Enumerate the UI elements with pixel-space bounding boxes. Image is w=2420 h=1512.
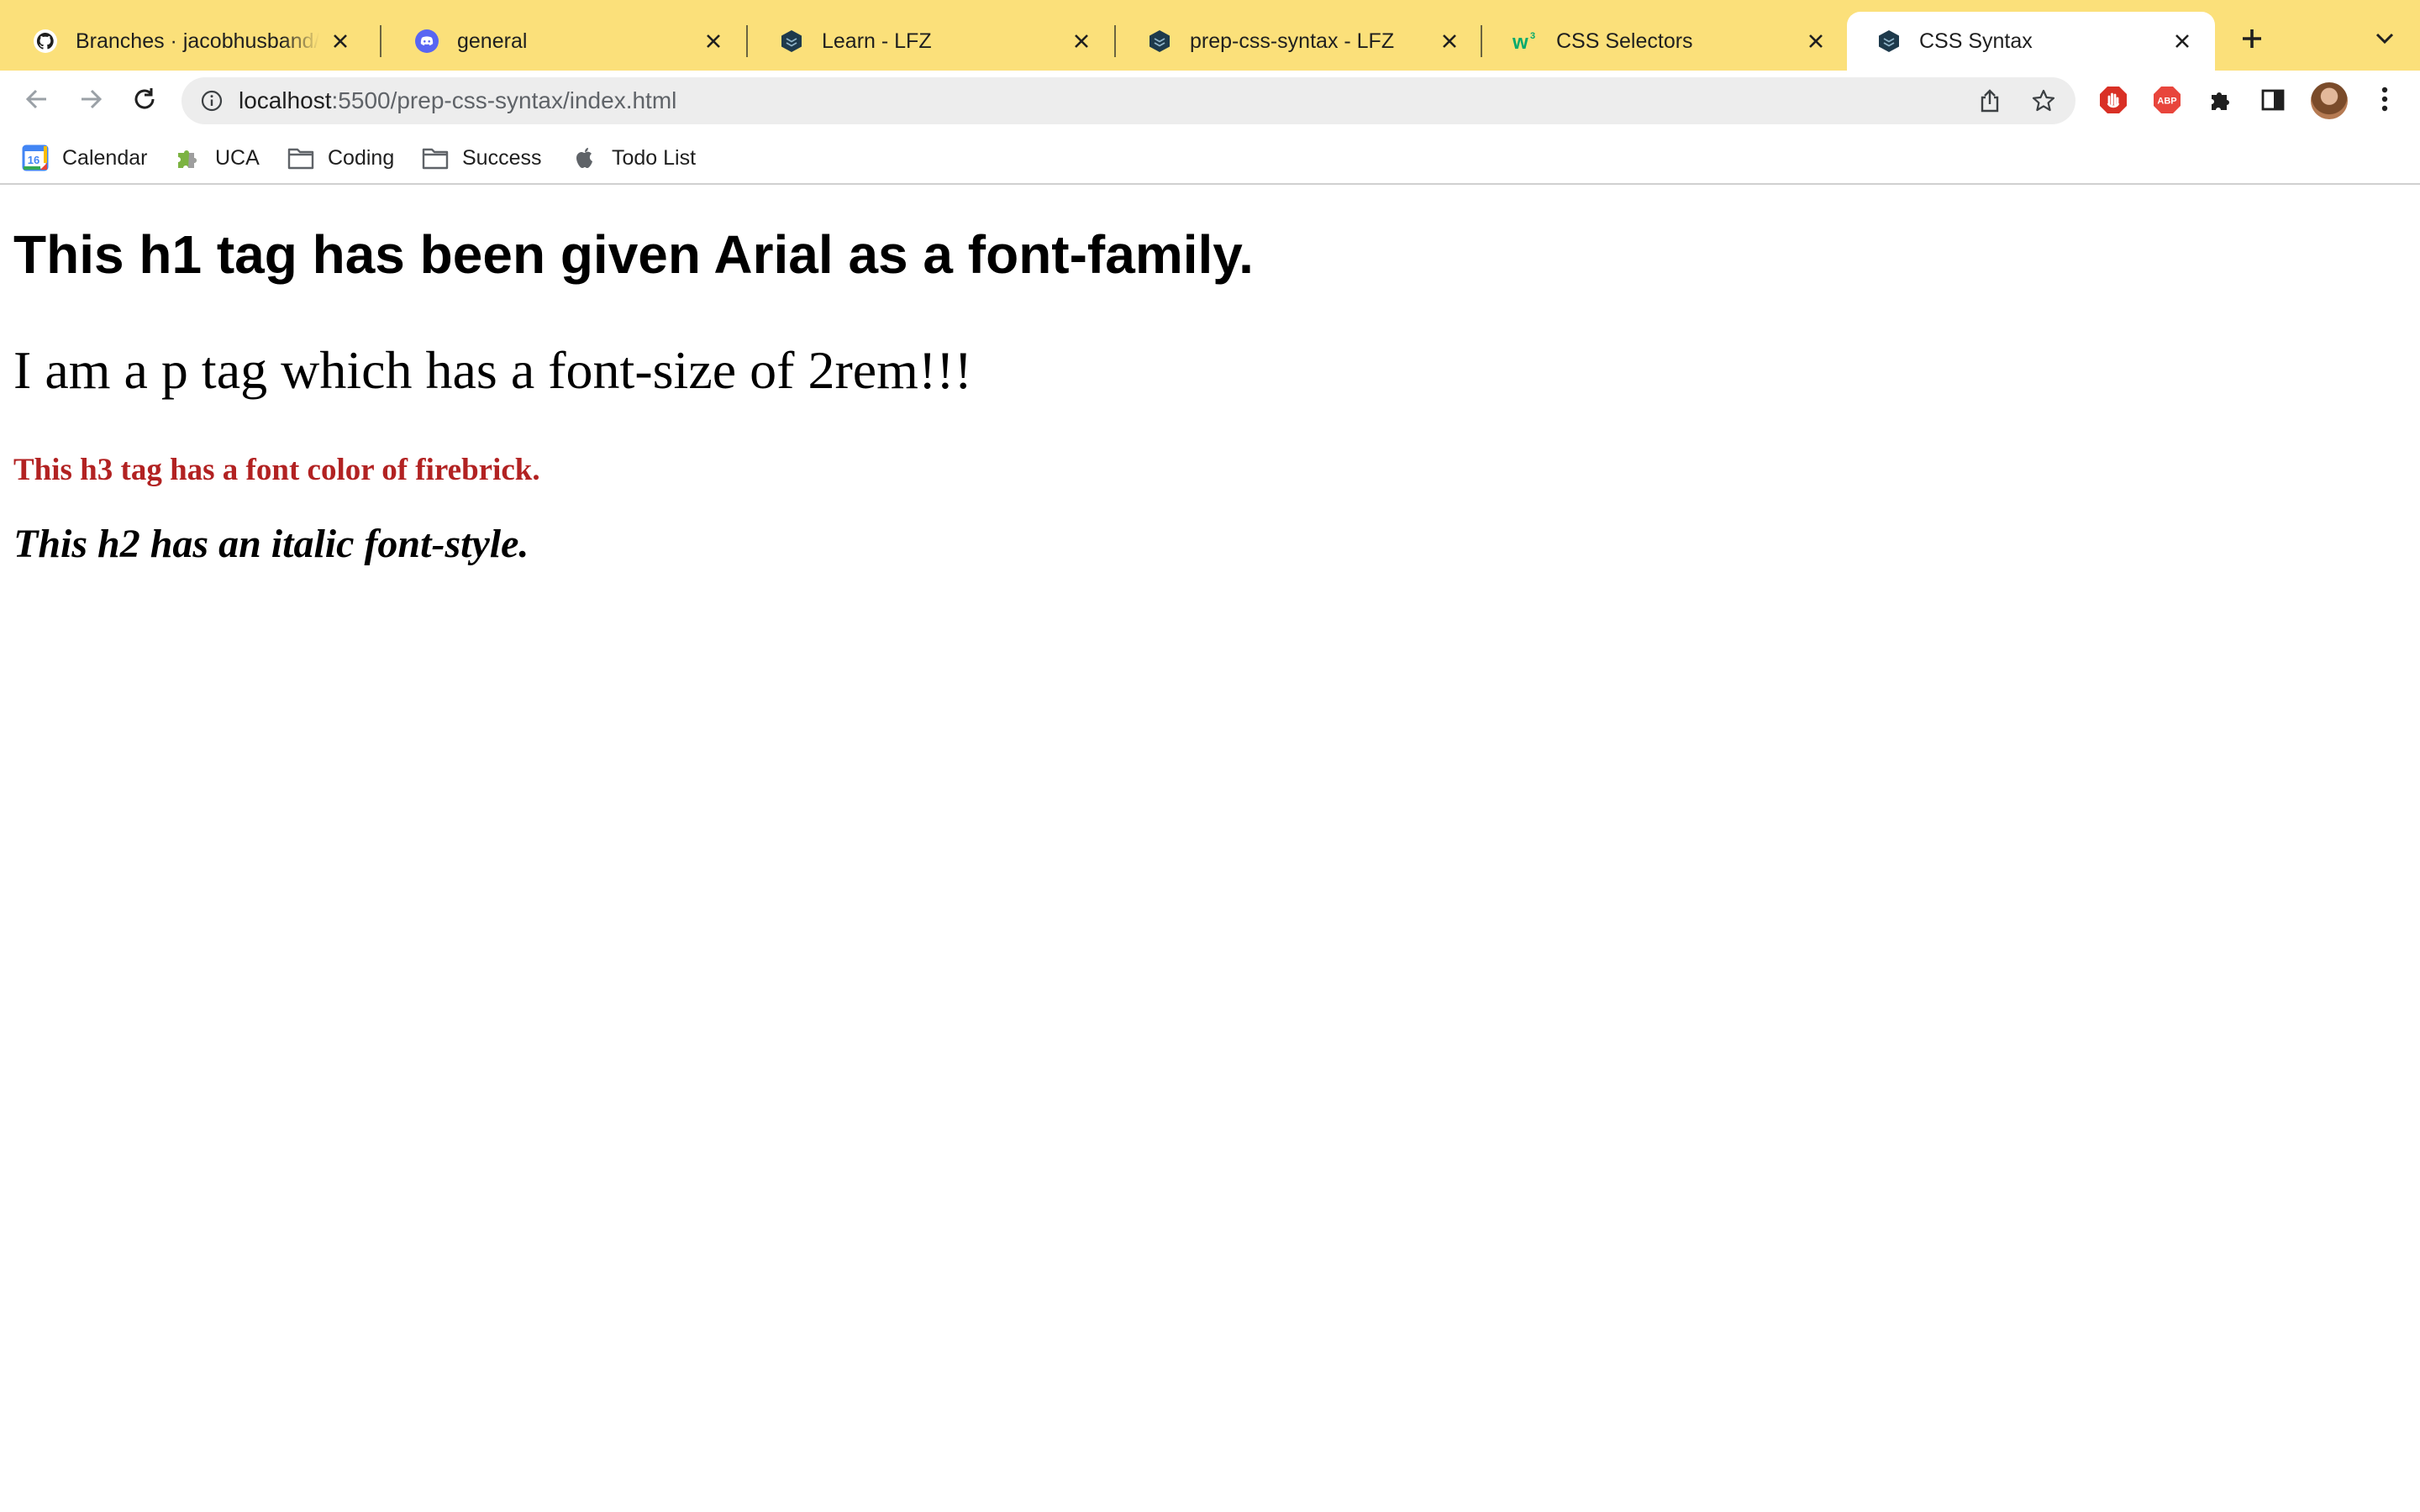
reload-button[interactable]	[126, 82, 163, 119]
puzzle-piece-icon	[2207, 87, 2234, 118]
tab-css-selectors[interactable]: w3 CSS Selectors	[1484, 12, 1849, 71]
url-host: localhost	[239, 87, 332, 113]
side-panel-icon	[2260, 87, 2286, 117]
page-heading-h1: This h1 tag has been given Arial as a fo…	[13, 224, 1254, 285]
bookmark-folder-coding[interactable]: Coding	[287, 143, 394, 173]
bookmark-uca[interactable]: UCA	[175, 143, 260, 173]
w3schools-icon: w3	[1512, 28, 1539, 55]
page-content: This h1 tag has been given Arial as a fo…	[0, 186, 2420, 1512]
share-icon[interactable]	[1976, 87, 2003, 114]
info-icon[interactable]	[198, 87, 225, 114]
abp-label: ABP	[2157, 96, 2176, 106]
new-tab-button[interactable]	[2233, 22, 2270, 59]
lfz-icon	[778, 28, 805, 55]
close-icon[interactable]	[1067, 27, 1096, 55]
tab-search-button[interactable]	[2368, 24, 2402, 57]
tab-separator	[1114, 25, 1116, 57]
reload-icon	[131, 86, 158, 117]
bookmark-label: Success	[462, 145, 542, 170]
abp-icon: ABP	[2153, 86, 2181, 118]
calendar-date: 16	[28, 154, 39, 166]
bookmark-label: Coding	[328, 145, 395, 170]
stop-hand-icon	[2099, 86, 2128, 118]
folder-icon	[287, 144, 314, 171]
forward-button[interactable]	[72, 82, 109, 119]
browser-menu-button[interactable]	[2368, 82, 2402, 119]
tab-prep-css-syntax[interactable]: prep-css-syntax - LFZ	[1118, 12, 1482, 71]
tab-title: CSS Selectors	[1556, 29, 1693, 53]
bookmark-calendar[interactable]: 16 Calendar	[22, 143, 147, 173]
side-panel-button[interactable]	[2257, 86, 2289, 118]
adblock-plus-extension-button[interactable]: ABP	[2151, 86, 2183, 118]
close-icon[interactable]	[326, 27, 355, 55]
tab-title: Branches · jacobhusband/p	[76, 29, 319, 53]
close-icon[interactable]	[1435, 27, 1464, 55]
close-icon[interactable]	[2168, 27, 2196, 55]
tab-strip: Branches · jacobhusband/p general Learn …	[0, 0, 2420, 71]
tab-css-syntax[interactable]: CSS Syntax	[1847, 12, 2215, 71]
tab-separator	[1481, 25, 1482, 57]
adblock-extension-button[interactable]	[2097, 86, 2129, 118]
address-bar[interactable]: localhost:5500/prep-css-syntax/index.htm…	[182, 77, 2075, 124]
tab-title: prep-css-syntax - LFZ	[1190, 29, 1395, 53]
tab-title: CSS Syntax	[1919, 29, 2033, 53]
bookmark-label: UCA	[215, 145, 260, 170]
arrow-right-icon	[77, 86, 104, 117]
lfz-icon	[1146, 28, 1173, 55]
close-icon[interactable]	[1802, 27, 1830, 55]
lfz-icon	[1876, 28, 1902, 55]
svg-text:3: 3	[1530, 31, 1535, 41]
extensions-button[interactable]	[2205, 86, 2237, 118]
page-paragraph: I am a p tag which has a font-size of 2r…	[13, 340, 972, 400]
browser-toolbar: localhost:5500/prep-css-syntax/index.htm…	[0, 71, 2420, 131]
tab-general[interactable]: general	[385, 12, 746, 71]
tab-separator	[746, 25, 748, 57]
url-text: localhost:5500/prep-css-syntax/index.htm…	[239, 77, 676, 124]
bookmarks-bar: 16 Calendar UCA Coding Success Todo List	[0, 131, 2420, 185]
more-vertical-icon	[2381, 85, 2389, 118]
puzzle-icon	[175, 144, 202, 171]
apple-icon	[571, 144, 598, 171]
bookmark-folder-success[interactable]: Success	[422, 143, 541, 173]
github-icon	[32, 28, 59, 55]
arrow-left-icon	[24, 86, 50, 117]
bookmark-star-icon[interactable]	[2030, 87, 2057, 114]
folder-icon	[422, 144, 449, 171]
tab-title: general	[457, 29, 528, 53]
bookmark-label: Todo List	[612, 145, 697, 170]
url-path: :5500/prep-css-syntax/index.html	[331, 87, 677, 113]
svg-text:w: w	[1512, 31, 1528, 54]
close-icon[interactable]	[699, 27, 728, 55]
tab-title: Learn - LFZ	[822, 29, 932, 53]
profile-avatar[interactable]	[2311, 82, 2348, 119]
plus-icon	[2240, 27, 2264, 55]
tab-separator	[380, 25, 381, 57]
chevron-down-icon	[2375, 32, 2395, 50]
bookmark-todo-list[interactable]: Todo List	[571, 143, 696, 173]
back-button[interactable]	[18, 82, 55, 119]
tab-learn-lfz[interactable]: Learn - LFZ	[750, 12, 1114, 71]
discord-icon	[413, 28, 440, 55]
tab-branches[interactable]: Branches · jacobhusband/p	[3, 12, 373, 71]
bookmark-label: Calendar	[62, 145, 148, 170]
calendar-icon: 16	[22, 144, 49, 171]
page-heading-h2: This h2 has an italic font-style.	[13, 522, 529, 566]
page-heading-h3: This h3 tag has a font color of firebric…	[13, 453, 540, 487]
